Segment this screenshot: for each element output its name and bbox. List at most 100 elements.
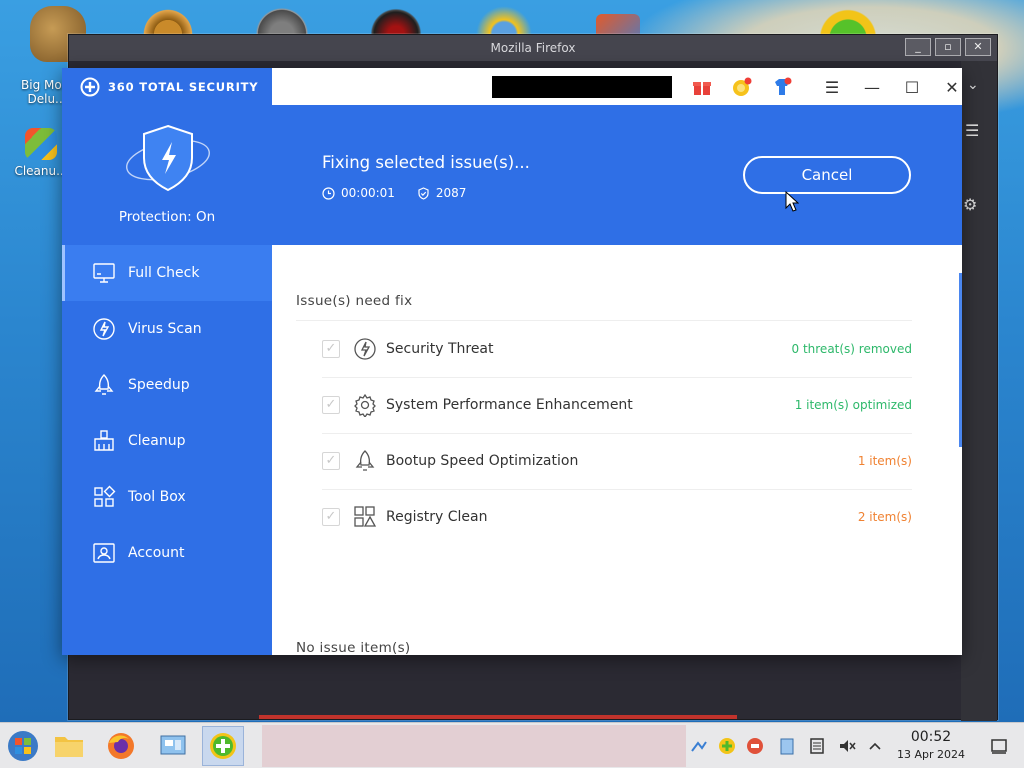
issues-section-title: Issue(s) need fix — [296, 293, 413, 309]
sidebar-item-label: Virus Scan — [128, 321, 202, 337]
firefox-window-controls: _ ▫ ✕ — [905, 38, 991, 56]
issue-label: Security Threat — [386, 341, 494, 357]
sidebar-item-label: Tool Box — [128, 489, 186, 505]
firefox-icon — [108, 733, 134, 759]
elapsed-time-value: 00:00:01 — [341, 186, 395, 200]
desktop-icon-label: Cleanu... — [14, 164, 68, 178]
scanned-count: 2087 — [417, 186, 467, 200]
banner-title: Fixing selected issue(s)... — [322, 153, 530, 172]
issue-status: 1 item(s) optimized — [794, 398, 912, 412]
close-button[interactable]: ✕ — [939, 74, 965, 100]
folder-icon — [55, 737, 83, 757]
menu-icon[interactable]: ☰ — [819, 74, 845, 100]
virus-scan-icon — [93, 318, 115, 340]
brand-name: 360 TOTAL SECURITY — [108, 80, 259, 94]
issue-status: 0 threat(s) removed — [791, 342, 913, 356]
coin-badge-icon[interactable] — [730, 75, 754, 99]
taskbar: 00:52 13 Apr 2024 — [0, 722, 1024, 768]
scrollbar[interactable] — [959, 273, 962, 447]
sidebar-item-label: Speedup — [128, 377, 190, 393]
mouse-cursor-icon — [785, 190, 800, 217]
rocket-icon — [94, 374, 114, 395]
title-bar: ☰ — ☐ ✕ — [272, 68, 962, 105]
elapsed-time: 00:00:01 — [322, 186, 395, 200]
issue-row[interactable]: ✓ Bootup Speed Optimization 1 item(s) — [322, 433, 912, 489]
firefox-close-button[interactable]: ✕ — [965, 38, 991, 56]
firefox-maximize-button[interactable]: ▫ — [935, 38, 961, 56]
firefox-minimize-button[interactable]: _ — [905, 38, 931, 56]
firefox-title: Mozilla Firefox — [490, 41, 576, 55]
issue-checkbox[interactable]: ✓ — [322, 452, 340, 470]
issue-label: Bootup Speed Optimization — [386, 453, 579, 469]
firefox-titlebar[interactable]: Mozilla Firefox — [69, 35, 997, 61]
toolbox-icon — [94, 485, 116, 507]
no-issue-section-title: No issue item(s) — [296, 640, 411, 654]
issue-checkbox[interactable]: ✓ — [322, 340, 340, 358]
windows-start-icon — [8, 731, 38, 761]
monitor-icon — [93, 263, 115, 283]
tray-360-icon[interactable] — [718, 737, 736, 755]
progress-banner: Fixing selected issue(s)... 00:00:01 208… — [272, 105, 962, 245]
taskbar-file-explorer[interactable] — [48, 726, 90, 766]
clock-time[interactable]: 00:52 — [898, 729, 964, 745]
issue-checkbox[interactable]: ✓ — [322, 396, 340, 414]
volume-muted-icon[interactable] — [838, 737, 856, 755]
issue-row[interactable]: ✓ Registry Clean 2 item(s) — [322, 489, 912, 545]
sidebar-item-cleanup[interactable]: Cleanup — [62, 413, 272, 469]
sidebar-item-speedup[interactable]: Speedup — [62, 357, 272, 413]
issue-row[interactable]: ✓ System Performance Enhancement 1 item(… — [322, 377, 912, 433]
tray-document-icon[interactable] — [808, 737, 826, 755]
issue-label: System Performance Enhancement — [386, 397, 633, 413]
sidebar-item-label: Account — [128, 545, 185, 561]
account-icon — [93, 543, 115, 563]
maximize-button[interactable]: ☐ — [899, 74, 925, 100]
taskbar-firefox[interactable] — [100, 726, 142, 766]
cancel-button[interactable]: Cancel — [743, 156, 911, 194]
notification-icon[interactable] — [990, 737, 1008, 755]
tray-stop-icon[interactable] — [746, 737, 764, 755]
control-panel-icon — [160, 735, 186, 755]
clock-date[interactable]: 13 Apr 2024 — [890, 748, 972, 761]
sidebar-item-label: Cleanup — [128, 433, 186, 449]
brand: 360 TOTAL SECURITY — [80, 76, 258, 98]
taskbar-360-total-security[interactable] — [202, 726, 244, 766]
sidebar-item-full-check[interactable]: Full Check — [62, 245, 272, 301]
issues-panel: Issue(s) need fix ✓ Security Threat 0 th… — [272, 245, 962, 655]
sidebar-nav: Full Check Virus Scan Speedup Cleanup To… — [62, 245, 272, 581]
tray-network-app-icon[interactable] — [690, 737, 708, 755]
chevron-down-icon[interactable]: ⌄ — [967, 77, 979, 93]
windows-shortcut-icon — [25, 128, 57, 160]
issue-label: Registry Clean — [386, 509, 488, 525]
lightning-icon — [352, 336, 378, 362]
sidebar-item-tool-box[interactable]: Tool Box — [62, 469, 272, 525]
sidebar-item-virus-scan[interactable]: Virus Scan — [62, 301, 272, 357]
scanned-count-value: 2087 — [435, 186, 467, 200]
start-button[interactable] — [2, 726, 44, 766]
tshirt-skin-icon[interactable] — [770, 75, 794, 99]
taskbar-wallpaper-strip — [262, 725, 686, 767]
sidebar: 360 TOTAL SECURITY Protection: On Full C… — [62, 68, 272, 655]
shield-check-icon — [418, 186, 429, 200]
taskbar-control-panel[interactable] — [152, 726, 194, 766]
clock-icon — [322, 186, 335, 200]
gift-icon[interactable] — [690, 75, 714, 99]
hamburger-menu-icon[interactable]: ☰ — [965, 121, 979, 140]
sidebar-item-account[interactable]: Account — [62, 525, 272, 581]
protection-status: Protection: On — [118, 209, 216, 225]
settings-gear-icon[interactable]: ⚙ — [963, 195, 977, 214]
issue-checkbox[interactable]: ✓ — [322, 508, 340, 526]
issue-row[interactable]: ✓ Security Threat 0 threat(s) removed — [322, 321, 912, 377]
broom-icon — [94, 430, 114, 451]
minimize-button[interactable]: — — [859, 74, 885, 100]
rocket-icon — [352, 448, 378, 474]
chevron-up-icon[interactable] — [866, 737, 884, 755]
issue-status: 2 item(s) — [857, 510, 912, 524]
shield-icon — [126, 124, 210, 192]
sidebar-item-label: Full Check — [128, 265, 200, 281]
tray-clipboard-icon[interactable] — [778, 737, 796, 755]
360-logo-icon — [80, 77, 100, 97]
protection-shield[interactable] — [62, 118, 272, 218]
firefox-side-strip: ☰ ⌄ ⚙ — [961, 61, 997, 721]
issue-status: 1 item(s) — [857, 454, 912, 468]
360-total-security-window: 360 TOTAL SECURITY Protection: On Full C… — [62, 68, 962, 655]
